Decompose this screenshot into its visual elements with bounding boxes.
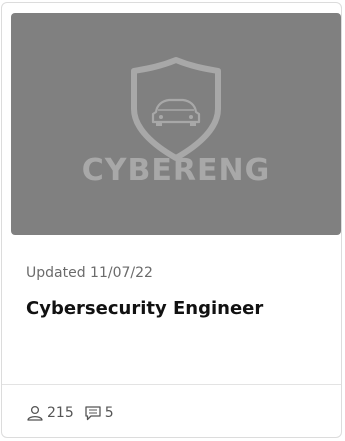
course-card[interactable]: CYBERENG Updated 11/07/22 Cybersecurity …	[1, 2, 342, 438]
updated-date: Updated 11/07/22	[26, 265, 153, 281]
comments-stat: 5	[84, 405, 114, 421]
thumbnail-logo-text: CYBERENG	[81, 153, 271, 188]
footer-divider	[2, 384, 341, 385]
card-thumbnail[interactable]: CYBERENG	[11, 13, 341, 235]
user-icon	[27, 405, 43, 421]
members-stat: 215	[26, 405, 74, 421]
comment-icon	[85, 406, 101, 421]
card-title[interactable]: Cybersecurity Engineer	[26, 298, 263, 319]
shield-car-icon	[131, 57, 221, 161]
members-count: 215	[47, 405, 74, 421]
comments-count: 5	[104, 405, 114, 421]
card-footer: 215 5	[26, 403, 124, 423]
